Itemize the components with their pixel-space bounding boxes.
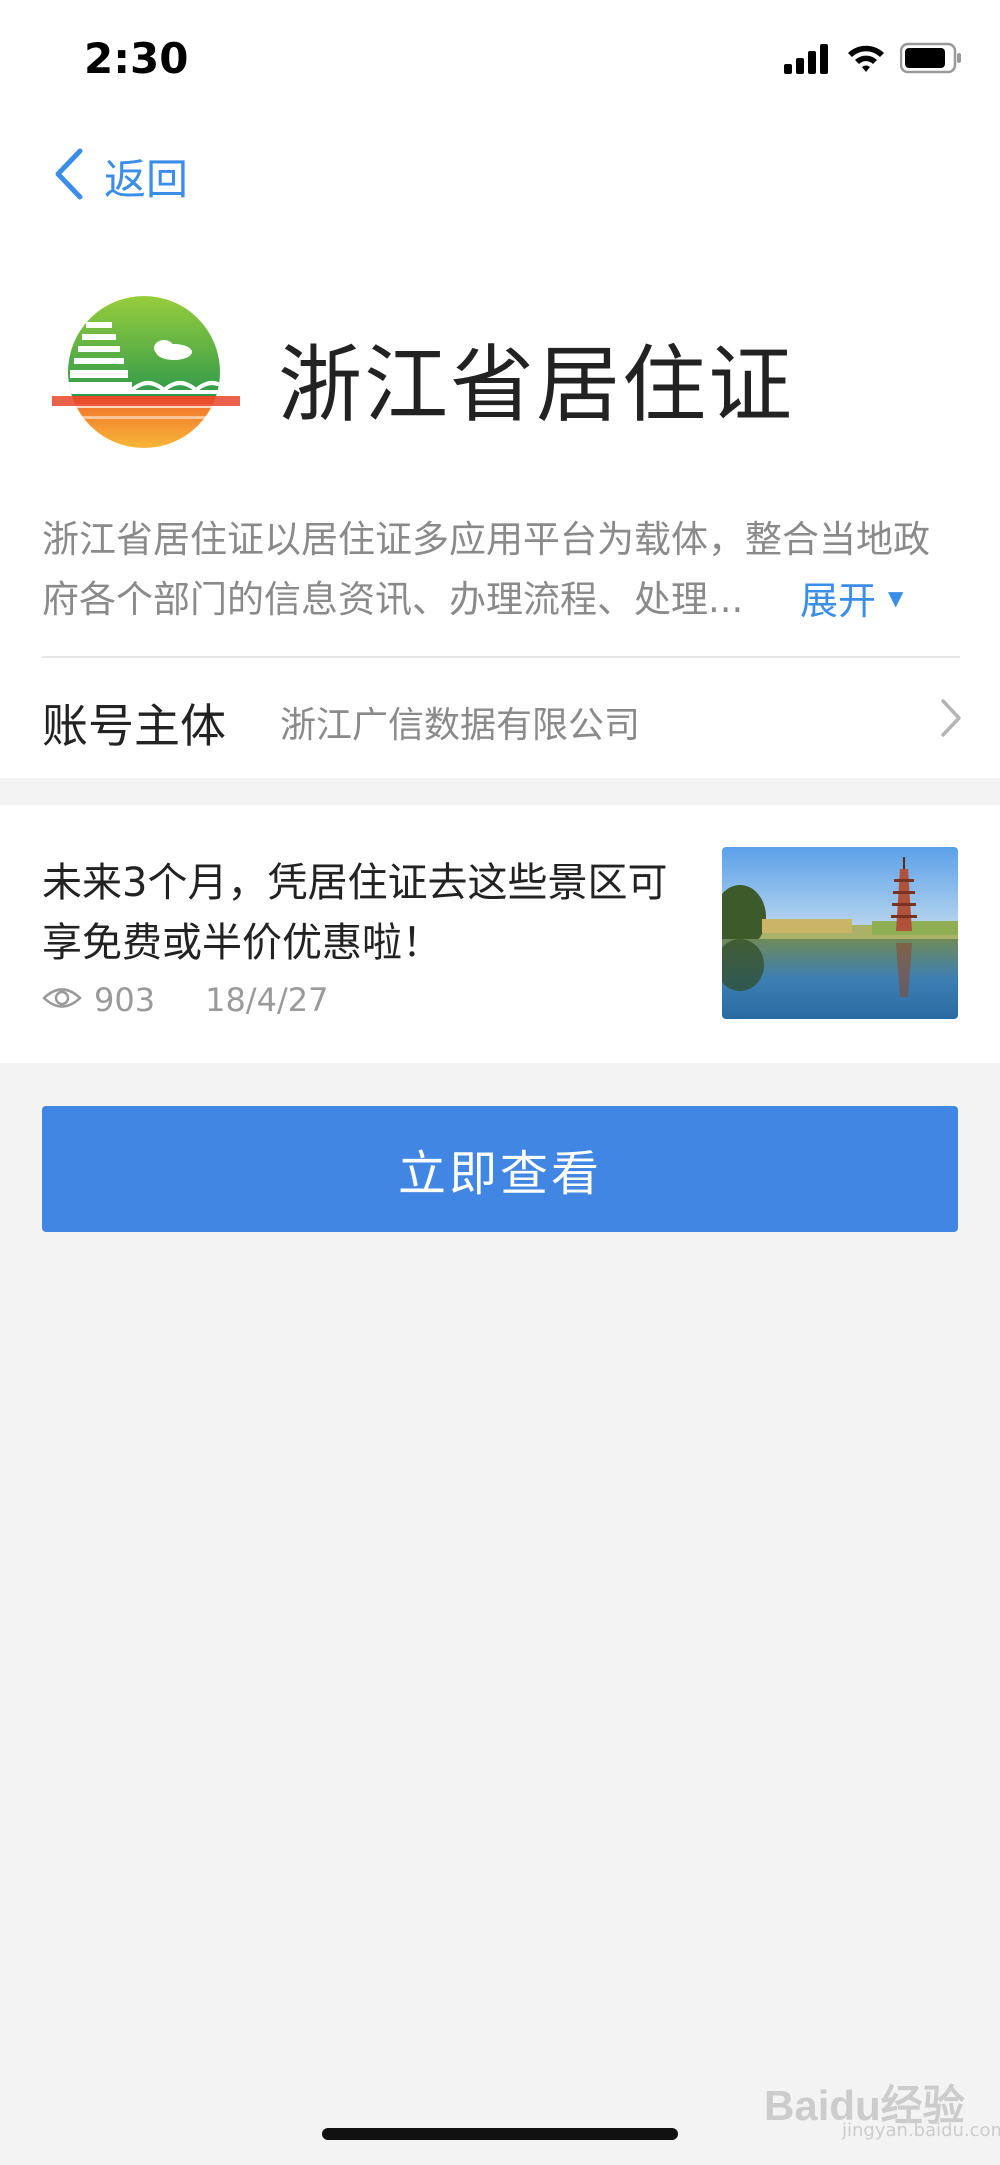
article-title: 未来3个月，凭居住证去这些景区可享免费或半价优惠啦！ bbox=[42, 860, 668, 966]
chevron-right-icon bbox=[940, 698, 962, 742]
battery-icon bbox=[899, 42, 962, 78]
eye-icon bbox=[42, 981, 82, 1019]
account-label: 账号主体 bbox=[42, 699, 226, 753]
caret-down-icon: ▼ bbox=[888, 585, 904, 610]
status-icons bbox=[784, 42, 962, 78]
app-logo bbox=[52, 292, 240, 448]
expand-label: 展开 bbox=[800, 579, 877, 623]
status-time: 2:30 bbox=[84, 34, 189, 83]
chevron-left-icon bbox=[52, 148, 86, 204]
wifi-icon bbox=[846, 42, 886, 78]
baidu-watermark-url: jingyan.baidu.com bbox=[842, 2120, 1000, 2141]
view-now-label: 立即查看 bbox=[397, 1146, 602, 1202]
expand-button[interactable]: 展开 ▼ bbox=[800, 570, 903, 625]
account-value: 浙江广信数据有限公司 bbox=[280, 705, 641, 746]
back-label: 返回 bbox=[104, 154, 189, 204]
article-thumbnail bbox=[722, 847, 958, 1019]
account-row[interactable]: 账号主体 浙江广信数据有限公司 bbox=[0, 658, 1000, 778]
view-now-button[interactable]: 立即查看 bbox=[42, 1106, 958, 1232]
page-title: 浙江省居住证 bbox=[278, 336, 795, 434]
article-card[interactable]: 未来3个月，凭居住证去这些景区可享免费或半价优惠啦！ 903 18/4/27 bbox=[0, 805, 1000, 1063]
back-button[interactable]: 返回 bbox=[52, 146, 188, 206]
home-indicator bbox=[322, 2128, 678, 2140]
description-line: 浙江省居住证以居住证多应用平台为载体，整合当地政 bbox=[42, 518, 930, 561]
article-meta: 903 18/4/27 bbox=[42, 981, 328, 1019]
signal-icon bbox=[784, 42, 832, 78]
view-count: 903 bbox=[94, 981, 156, 1019]
article-date: 18/4/27 bbox=[205, 981, 329, 1019]
